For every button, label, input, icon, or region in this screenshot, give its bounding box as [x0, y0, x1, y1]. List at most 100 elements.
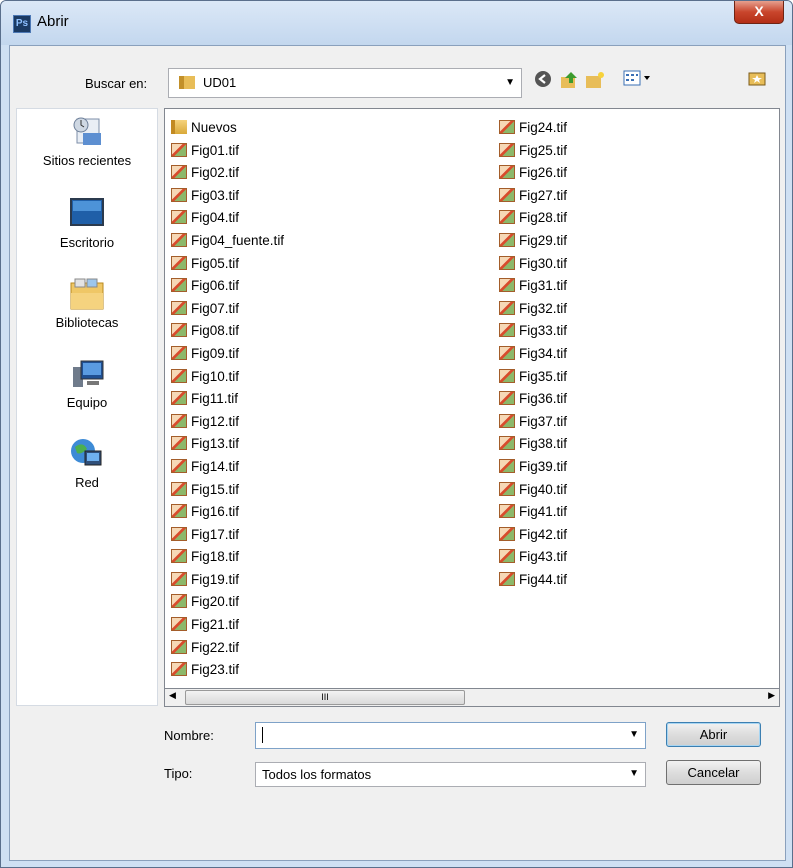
open-button[interactable]: Abrir	[666, 722, 761, 747]
file-item[interactable]: Fig03.tif	[171, 185, 284, 208]
file-name: Fig13.tif	[191, 436, 240, 452]
chevron-down-icon[interactable]: ▼	[629, 729, 639, 740]
file-item[interactable]: Fig12.tif	[171, 411, 284, 434]
look-in-combo[interactable]: UD01 ▼	[168, 68, 522, 98]
file-name: Fig18.tif	[191, 549, 240, 565]
close-button[interactable]: X	[734, 1, 784, 24]
file-item[interactable]: Fig13.tif	[171, 433, 284, 456]
file-item[interactable]: Fig38.tif	[499, 433, 567, 456]
file-item[interactable]: Fig34.tif	[499, 343, 567, 366]
scroll-left-icon[interactable]: ◀	[169, 690, 176, 701]
file-item[interactable]: Fig24.tif	[499, 117, 567, 140]
tif-file-icon	[499, 300, 515, 315]
file-item[interactable]: Fig05.tif	[171, 253, 284, 276]
file-item[interactable]: Fig07.tif	[171, 298, 284, 321]
file-item[interactable]: Fig32.tif	[499, 298, 567, 321]
file-item[interactable]: Fig20.tif	[171, 591, 284, 614]
file-item[interactable]: Fig01.tif	[171, 140, 284, 163]
folder-icon	[171, 120, 187, 134]
scroll-thumb[interactable]: III	[185, 690, 465, 705]
file-item[interactable]: Fig42.tif	[499, 524, 567, 547]
file-item[interactable]: Fig15.tif	[171, 479, 284, 502]
tif-file-icon	[171, 639, 187, 654]
file-item[interactable]: Fig23.tif	[171, 659, 284, 682]
file-item[interactable]: Fig22.tif	[171, 637, 284, 660]
new-folder-icon[interactable]	[584, 70, 606, 92]
file-item[interactable]: Fig17.tif	[171, 524, 284, 547]
file-name: Fig34.tif	[519, 345, 568, 361]
file-item[interactable]: Fig09.tif	[171, 343, 284, 366]
file-item[interactable]: Fig30.tif	[499, 253, 567, 276]
file-item[interactable]: Fig36.tif	[499, 388, 567, 411]
tif-file-icon	[499, 458, 515, 473]
file-item[interactable]: Fig02.tif	[171, 162, 284, 185]
file-item[interactable]: Fig43.tif	[499, 546, 567, 569]
place-recent[interactable]: Sitios recientes	[17, 115, 157, 168]
file-name: Fig21.tif	[191, 617, 240, 633]
computer-icon	[73, 360, 104, 387]
file-item[interactable]: Fig04_fuente.tif	[171, 230, 284, 253]
tif-file-icon	[171, 481, 187, 496]
desktop-shortcut-icon[interactable]	[746, 70, 768, 92]
file-item[interactable]: Fig26.tif	[499, 162, 567, 185]
tif-file-icon	[171, 142, 187, 157]
file-type-select[interactable]: Todos los formatos ▼	[255, 762, 646, 787]
view-menu-icon[interactable]	[620, 70, 656, 92]
file-item[interactable]: Fig31.tif	[499, 275, 567, 298]
tif-file-icon	[171, 526, 187, 541]
file-name: Fig19.tif	[191, 571, 240, 587]
file-item[interactable]: Fig14.tif	[171, 456, 284, 479]
file-item[interactable]: Fig19.tif	[171, 569, 284, 592]
title-bar[interactable]: Ps Abrir X	[1, 1, 792, 45]
file-item[interactable]: Fig35.tif	[499, 366, 567, 389]
file-item[interactable]: Fig25.tif	[499, 140, 567, 163]
file-item[interactable]: Fig04.tif	[171, 207, 284, 230]
folder-item[interactable]: Nuevos	[171, 117, 284, 140]
file-item[interactable]: Fig27.tif	[499, 185, 567, 208]
file-item[interactable]: Fig11.tif	[171, 388, 284, 411]
tif-file-icon	[171, 323, 187, 338]
file-name: Fig35.tif	[519, 368, 568, 384]
file-item[interactable]: Fig29.tif	[499, 230, 567, 253]
file-item[interactable]: Fig40.tif	[499, 479, 567, 502]
tif-file-icon	[171, 571, 187, 586]
file-name: Fig41.tif	[519, 504, 568, 520]
file-item[interactable]: Fig41.tif	[499, 501, 567, 524]
tif-file-icon	[499, 504, 515, 519]
horizontal-scrollbar[interactable]: ◀ III ▶	[164, 688, 780, 707]
file-list[interactable]: Nuevos Fig01.tif Fig02.tif Fig03.tif Fig04.t…	[164, 108, 780, 689]
file-name: Fig37.tif	[519, 413, 568, 429]
file-item[interactable]: Fig06.tif	[171, 275, 284, 298]
file-item[interactable]: Fig08.tif	[171, 320, 284, 343]
file-item[interactable]: Fig33.tif	[499, 320, 567, 343]
file-name: Fig33.tif	[519, 323, 568, 339]
back-icon[interactable]	[532, 70, 554, 92]
place-computer[interactable]: Equipo	[17, 357, 157, 410]
file-name: Fig42.tif	[519, 526, 568, 542]
cancel-button[interactable]: Cancelar	[666, 760, 761, 785]
file-item[interactable]: Fig18.tif	[171, 546, 284, 569]
file-name-input[interactable]: ▼	[255, 722, 646, 749]
place-desktop[interactable]: Escritorio	[17, 197, 157, 250]
file-name: Fig04_fuente.tif	[191, 232, 285, 248]
file-name: Fig36.tif	[519, 391, 568, 407]
file-item[interactable]: Fig21.tif	[171, 614, 284, 637]
tif-file-icon	[499, 345, 515, 360]
file-item[interactable]: Fig16.tif	[171, 501, 284, 524]
up-folder-icon[interactable]	[558, 70, 580, 92]
tif-file-icon	[499, 481, 515, 496]
file-name: Fig31.tif	[519, 278, 568, 294]
place-libraries[interactable]: Bibliotecas	[17, 277, 157, 330]
scroll-right-icon[interactable]: ▶	[768, 690, 775, 701]
file-item[interactable]: Fig39.tif	[499, 456, 567, 479]
file-item[interactable]: Fig37.tif	[499, 411, 567, 434]
chevron-down-icon[interactable]: ▼	[505, 77, 515, 88]
file-item[interactable]: Fig44.tif	[499, 569, 567, 592]
place-network[interactable]: Red	[17, 437, 157, 490]
file-item[interactable]: Fig28.tif	[499, 207, 567, 230]
file-name: Fig23.tif	[191, 662, 240, 678]
file-item[interactable]: Fig10.tif	[171, 366, 284, 389]
file-name: Fig10.tif	[191, 368, 240, 384]
chevron-down-icon[interactable]: ▼	[629, 768, 639, 779]
file-type-value: Todos los formatos	[262, 767, 372, 782]
